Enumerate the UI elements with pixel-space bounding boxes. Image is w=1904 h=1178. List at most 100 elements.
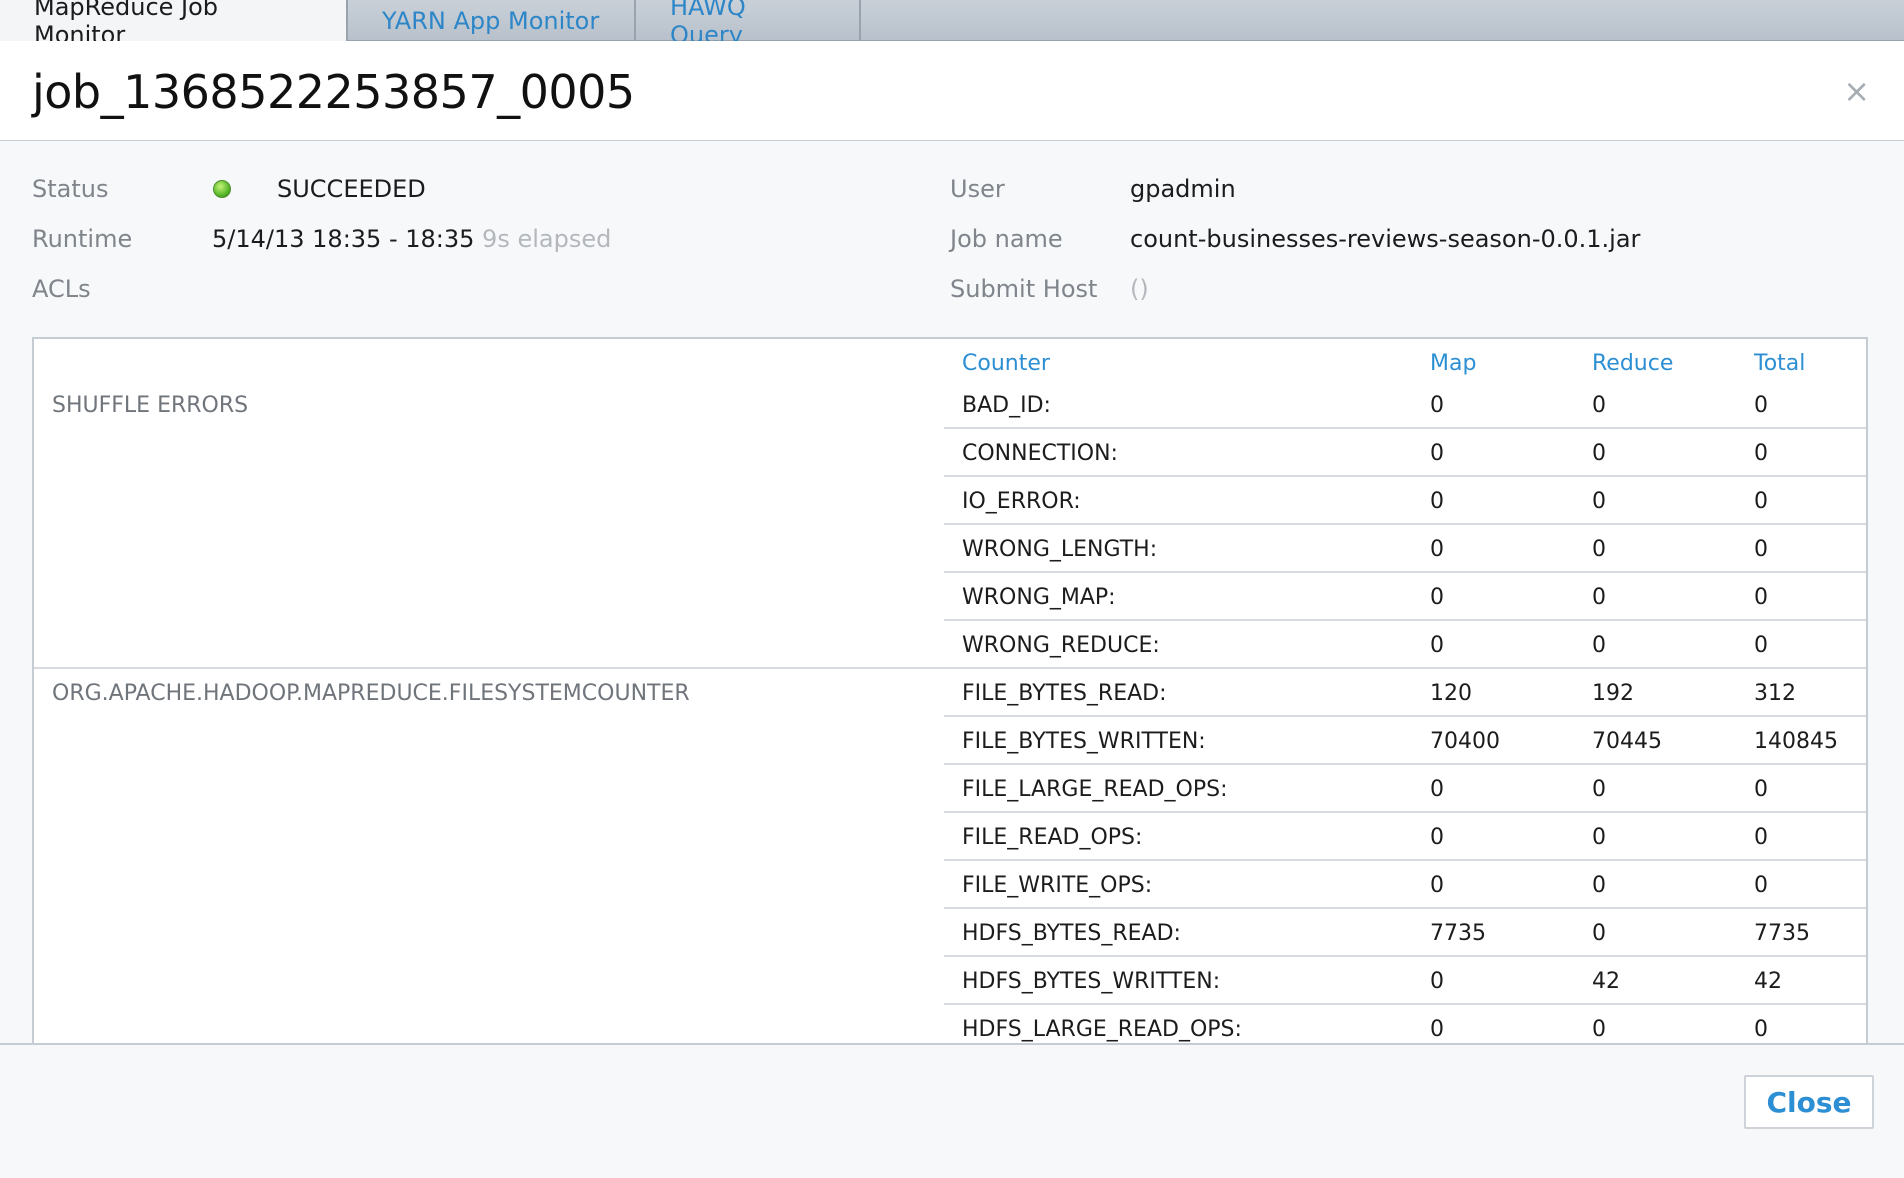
job-name-label: Job name [950,225,1063,253]
total-value-cell: 0 [1754,537,1768,562]
column-header-map[interactable]: Map [1430,351,1476,376]
counter-name-cell: FILE_BYTES_READ: [962,681,1167,706]
job-name-value: count-businesses-reviews-season-0.0.1.ja… [1130,225,1641,253]
reduce-value-cell: 70445 [1592,729,1662,754]
total-value-cell: 140845 [1754,729,1838,754]
column-header-reduce[interactable]: Reduce [1592,351,1673,376]
submit-host-value: () [1130,275,1149,303]
counter-name-cell: FILE_READ_OPS: [962,825,1143,850]
reduce-value-cell: 0 [1592,537,1606,562]
runtime-range: 5/14/13 18:35 - 18:35 [212,225,475,253]
map-value-cell: 0 [1430,777,1444,802]
total-value-cell: 0 [1754,1017,1768,1042]
total-value-cell: 0 [1754,393,1768,418]
runtime-label: Runtime [32,225,133,253]
table-row: FILE_WRITE_OPS: 0 0 0 [944,861,1866,909]
dialog-footer: Close [0,1043,1904,1178]
counter-group-name: ORG.APACHE.HADOOP.MAPREDUCE.FILESYSTEMCO… [52,681,690,706]
reduce-value-cell: 0 [1592,825,1606,850]
total-value-cell: 0 [1754,873,1768,898]
table-row: FILE_LARGE_READ_OPS: 0 0 0 [944,765,1866,813]
counter-name-cell: HDFS_BYTES_WRITTEN: [962,969,1221,994]
reduce-value-cell: 42 [1592,969,1620,994]
map-value-cell: 120 [1430,681,1472,706]
status-indicator-icon [213,180,231,198]
counter-name-cell: WRONG_REDUCE: [962,633,1160,658]
counter-name-cell: WRONG_MAP: [962,585,1116,610]
reduce-value-cell: 0 [1592,441,1606,466]
map-value-cell: 0 [1430,393,1444,418]
table-row: WRONG_LENGTH: 0 0 0 [944,525,1866,573]
total-value-cell: 0 [1754,777,1768,802]
table-row: HDFS_LARGE_READ_OPS: 0 0 0 [944,1005,1866,1044]
dialog-header: job_1368522253857_0005 × [0,41,1904,141]
table-row: HDFS_BYTES_READ: 7735 0 7735 [944,909,1866,957]
counters-table: Counter Map Reduce Total SHUFFLE ERRORS B… [32,337,1868,1044]
status-value: SUCCEEDED [277,175,426,203]
total-value-cell: 0 [1754,633,1768,658]
close-button[interactable]: Close [1744,1075,1874,1129]
reduce-value-cell: 0 [1592,921,1606,946]
map-value-cell: 70400 [1430,729,1500,754]
tab-mapreduce-job-monitor[interactable]: MapReduce Job Monitor [0,0,348,49]
table-row: WRONG_REDUCE: 0 0 0 [944,621,1866,669]
user-label: User [950,175,1005,203]
counter-name-cell: FILE_BYTES_WRITTEN: [962,729,1206,754]
table-row: FILE_READ_OPS: 0 0 0 [944,813,1866,861]
reduce-value-cell: 0 [1592,585,1606,610]
column-header-counter[interactable]: Counter [962,351,1050,376]
runtime-value: 5/14/13 18:35 - 18:35 9s elapsed [212,225,611,253]
reduce-value-cell: 0 [1592,777,1606,802]
total-value-cell: 0 [1754,489,1768,514]
acls-label: ACLs [32,275,91,303]
map-value-cell: 7735 [1430,921,1486,946]
total-value-cell: 42 [1754,969,1782,994]
map-value-cell: 0 [1430,537,1444,562]
table-row: IO_ERROR: 0 0 0 [944,477,1866,525]
map-value-cell: 0 [1430,441,1444,466]
table-row: BAD_ID: 0 0 0 [944,381,1866,429]
job-id-title: job_1368522253857_0005 [32,65,635,119]
map-value-cell: 0 [1430,633,1444,658]
reduce-value-cell: 0 [1592,633,1606,658]
reduce-value-cell: 0 [1592,489,1606,514]
map-value-cell: 0 [1430,489,1444,514]
user-value: gpadmin [1130,175,1236,203]
reduce-value-cell: 0 [1592,393,1606,418]
counter-name-cell: FILE_LARGE_READ_OPS: [962,777,1228,802]
column-header-total[interactable]: Total [1754,351,1805,376]
total-value-cell: 0 [1754,825,1768,850]
close-icon[interactable]: × [1843,75,1870,107]
total-value-cell: 0 [1754,441,1768,466]
tab-bar: MapReduce Job Monitor YARN App Monitor H… [0,0,1904,49]
table-row: FILE_BYTES_READ: 120 192 312 [944,669,1866,717]
table-row: CONNECTION: 0 0 0 [944,429,1866,477]
map-value-cell: 0 [1430,825,1444,850]
runtime-elapsed: 9s elapsed [482,225,612,253]
counter-name-cell: IO_ERROR: [962,489,1081,514]
reduce-value-cell: 0 [1592,1017,1606,1042]
counter-name-cell: CONNECTION: [962,441,1118,466]
submit-host-label: Submit Host [950,275,1098,303]
map-value-cell: 0 [1430,585,1444,610]
status-label: Status [32,175,109,203]
counter-name-cell: HDFS_BYTES_READ: [962,921,1181,946]
total-value-cell: 0 [1754,585,1768,610]
map-value-cell: 0 [1430,969,1444,994]
tab-hawq-query[interactable]: HAWQ Query [636,0,861,49]
counter-group-name: SHUFFLE ERRORS [52,393,249,418]
counter-name-cell: FILE_WRITE_OPS: [962,873,1153,898]
tab-yarn-app-monitor[interactable]: YARN App Monitor [348,0,636,41]
table-row: FILE_BYTES_WRITTEN: 70400 70445 140845 [944,717,1866,765]
table-row: HDFS_BYTES_WRITTEN: 0 42 42 [944,957,1866,1005]
counter-name-cell: WRONG_LENGTH: [962,537,1158,562]
reduce-value-cell: 0 [1592,873,1606,898]
counter-name-cell: BAD_ID: [962,393,1051,418]
map-value-cell: 0 [1430,1017,1444,1042]
counter-name-cell: HDFS_LARGE_READ_OPS: [962,1017,1242,1042]
group-divider [34,667,944,669]
reduce-value-cell: 192 [1592,681,1634,706]
map-value-cell: 0 [1430,873,1444,898]
total-value-cell: 7735 [1754,921,1810,946]
total-value-cell: 312 [1754,681,1796,706]
